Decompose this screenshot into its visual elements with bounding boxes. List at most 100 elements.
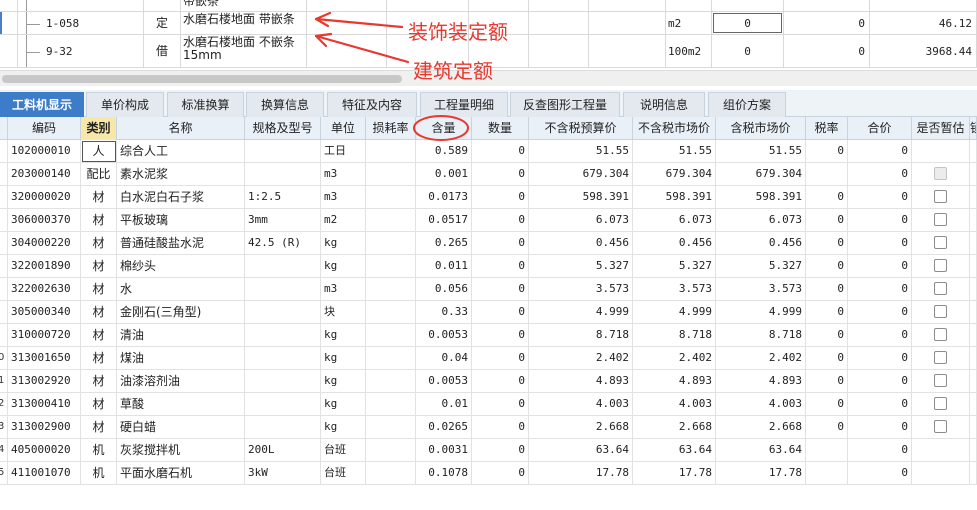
- cell-name[interactable]: 平板玻璃: [117, 209, 245, 232]
- column-header-estimate[interactable]: 是否暂估: [912, 117, 970, 140]
- cell-total[interactable]: 0: [848, 462, 912, 485]
- estimate-checkbox[interactable]: [934, 190, 947, 203]
- estimate-checkbox[interactable]: [934, 305, 947, 318]
- cell-p3[interactable]: 51.55: [716, 140, 806, 163]
- estimate-checkbox[interactable]: [934, 236, 947, 249]
- cell-p2[interactable]: 2.402: [633, 347, 716, 370]
- cell-p1[interactable]: 5.327: [529, 255, 633, 278]
- cell-p1[interactable]: 17.78: [529, 462, 633, 485]
- cell-p3[interactable]: 6.073: [716, 209, 806, 232]
- cell-total[interactable]: 0: [848, 301, 912, 324]
- cell-unit[interactable]: 块: [321, 301, 366, 324]
- cell-unit[interactable]: kg: [321, 393, 366, 416]
- estimate-checkbox[interactable]: [934, 420, 947, 433]
- cell-type[interactable]: 材: [81, 255, 117, 278]
- column-header-spec[interactable]: 规格及型号: [245, 117, 321, 140]
- cell-spec[interactable]: 200L: [245, 439, 321, 462]
- cell-content[interactable]: 0.01: [416, 393, 472, 416]
- tab-0[interactable]: 工料机显示: [0, 92, 84, 117]
- cell-name[interactable]: 清油: [117, 324, 245, 347]
- cell-tax[interactable]: [806, 462, 848, 485]
- cell-p3[interactable]: 2.402: [716, 347, 806, 370]
- material-row[interactable]: 310000720 材清油 kg 0.0053 0 8.718 8.718 8.718 0 0: [0, 324, 977, 347]
- column-header-loss[interactable]: 损耗率: [366, 117, 416, 140]
- cell-code[interactable]: 313001650: [8, 347, 81, 370]
- cell-p3[interactable]: 679.304: [716, 163, 806, 186]
- cell-p2[interactable]: 5.327: [633, 255, 716, 278]
- cell-type[interactable]: 材: [81, 370, 117, 393]
- material-row[interactable]: 2313000410材草酸kg0.0104.0034.0034.00300: [0, 393, 977, 416]
- cell-p3[interactable]: 63.64: [716, 439, 806, 462]
- cell-total[interactable]: 0: [848, 186, 912, 209]
- cell-total[interactable]: 0: [848, 278, 912, 301]
- cell-type[interactable]: 材: [81, 186, 117, 209]
- cell-qty[interactable]: 0: [472, 278, 529, 301]
- cell-content[interactable]: 0.265: [416, 232, 472, 255]
- cell-p3[interactable]: 4.893: [716, 370, 806, 393]
- material-row[interactable]: 4405000020机灰浆搅拌机200L台班0.0031063.6463.646…: [0, 439, 977, 462]
- estimate-checkbox[interactable]: [934, 397, 947, 410]
- cell-type[interactable]: 配比: [81, 163, 117, 186]
- column-header-content[interactable]: 含量: [416, 117, 472, 140]
- cell-type[interactable]: 材: [81, 324, 117, 347]
- cell-loss[interactable]: [366, 347, 416, 370]
- cell-tax[interactable]: 0: [806, 370, 848, 393]
- cell-content[interactable]: 0.04: [416, 347, 472, 370]
- cell-p2[interactable]: 51.55: [633, 140, 716, 163]
- cell-code[interactable]: 310000720: [8, 324, 81, 347]
- cell-unit[interactable]: kg: [321, 324, 366, 347]
- cell-qty[interactable]: 0: [472, 186, 529, 209]
- cell-unit[interactable]: m3: [321, 278, 366, 301]
- cell-loss[interactable]: [366, 140, 416, 163]
- cell-content[interactable]: 0.056: [416, 278, 472, 301]
- cell-code[interactable]: 305000340: [8, 301, 81, 324]
- cell-tax[interactable]: 0: [806, 186, 848, 209]
- cell-content[interactable]: 0.1078: [416, 462, 472, 485]
- cell-p1[interactable]: 598.391: [529, 186, 633, 209]
- column-header-p1[interactable]: 不含税预算价: [529, 117, 633, 140]
- cell-p3[interactable]: 4.999: [716, 301, 806, 324]
- cell-p1[interactable]: 2.402: [529, 347, 633, 370]
- cell-p2[interactable]: 598.391: [633, 186, 716, 209]
- cell-unit[interactable]: 工日: [321, 140, 366, 163]
- cell-p3[interactable]: 2.668: [716, 416, 806, 439]
- cell-type[interactable]: 材: [81, 393, 117, 416]
- cell-loss[interactable]: [366, 163, 416, 186]
- cell-loss[interactable]: [366, 209, 416, 232]
- cell-type[interactable]: 机: [81, 439, 117, 462]
- cell-tax[interactable]: 0: [806, 347, 848, 370]
- estimate-checkbox[interactable]: [934, 213, 947, 226]
- cell-total[interactable]: 0: [848, 140, 912, 163]
- cell-tax[interactable]: [806, 439, 848, 462]
- cell-unit[interactable]: m3: [321, 186, 366, 209]
- cell-spec[interactable]: [245, 163, 321, 186]
- cell-p3[interactable]: 5.327: [716, 255, 806, 278]
- cell-type[interactable]: 材: [81, 301, 117, 324]
- cell-p2[interactable]: 0.456: [633, 232, 716, 255]
- cell-name[interactable]: 综合人工: [117, 140, 245, 163]
- column-header-lock[interactable]: 锁: [970, 117, 977, 140]
- column-header-total[interactable]: 合价: [848, 117, 912, 140]
- cell-type[interactable]: 人: [81, 140, 117, 163]
- cell-unit[interactable]: kg: [321, 232, 366, 255]
- column-header-p2[interactable]: 不含税市场价: [633, 117, 716, 140]
- cell-name[interactable]: 普通硅酸盐水泥: [117, 232, 245, 255]
- cell-p2[interactable]: 63.64: [633, 439, 716, 462]
- cell-spec[interactable]: [245, 140, 321, 163]
- cell-p2[interactable]: 3.573: [633, 278, 716, 301]
- material-row[interactable]: 0313001650材煤油kg0.0402.4022.4022.40200: [0, 347, 977, 370]
- cell-code[interactable]: 102000010: [8, 140, 81, 163]
- material-row[interactable]: 5411001070机平面水磨石机3kW台班0.1078017.7817.781…: [0, 462, 977, 485]
- cell-code[interactable]: 313002920: [8, 370, 81, 393]
- cell-total[interactable]: 0: [848, 163, 912, 186]
- tab-4[interactable]: 特征及内容: [327, 92, 417, 117]
- column-header-p3[interactable]: 含税市场价: [716, 117, 806, 140]
- cell-type[interactable]: 材: [81, 232, 117, 255]
- tab-6[interactable]: 反查图形工程量: [510, 92, 620, 117]
- cell-tax[interactable]: 0: [806, 140, 848, 163]
- cell-loss[interactable]: [366, 324, 416, 347]
- cell-total[interactable]: 0: [848, 370, 912, 393]
- material-row[interactable]: 322002630 材水 m3 0.056 0 3.573 3.573 3.573 0 0: [0, 278, 977, 301]
- cell-code[interactable]: 306000370: [8, 209, 81, 232]
- cell-unit[interactable]: m2: [321, 209, 366, 232]
